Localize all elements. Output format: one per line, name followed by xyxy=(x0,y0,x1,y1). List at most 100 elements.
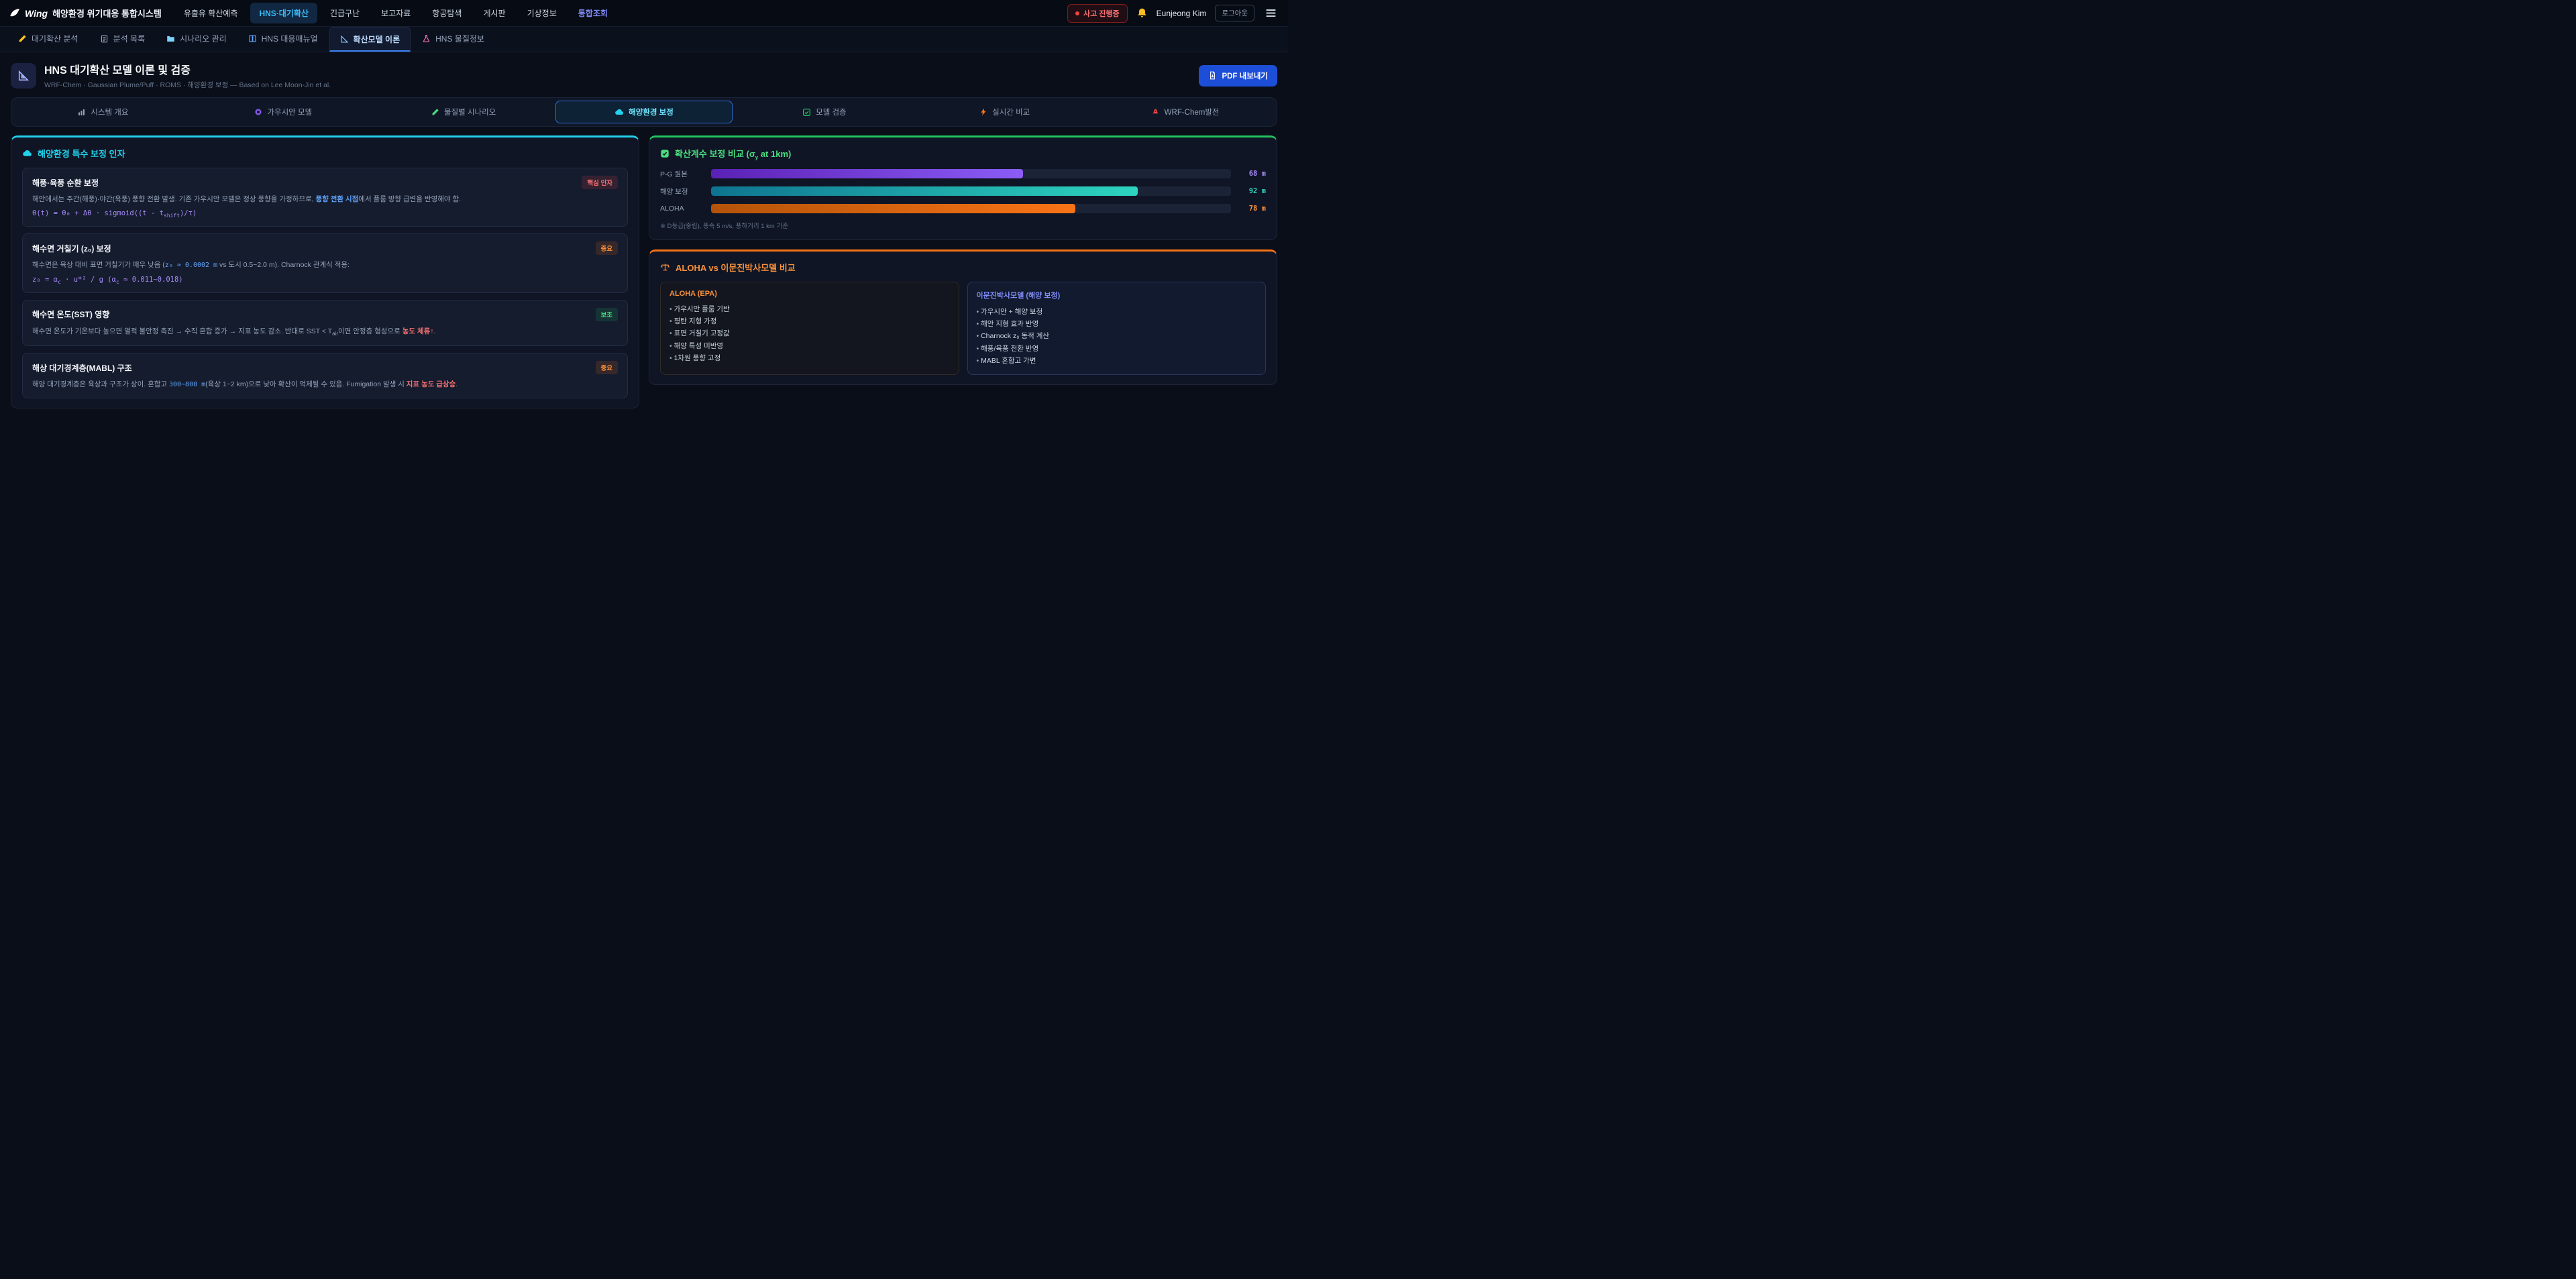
pdf-export-icon xyxy=(1208,71,1217,80)
ocean-correction-card: 해양환경 특수 보정 인자 해풍·육풍 순환 보정 핵심 인자 해안에서는 주간… xyxy=(11,135,639,408)
bar-fill-aloha xyxy=(711,204,1075,213)
bar-value: 92 m xyxy=(1238,187,1266,195)
factor-title: 해수면 온도(SST) 영향 xyxy=(32,309,109,320)
lee-model-box: 이문진박사모델 (해양 보정) 가우시안 + 해양 보정 해안 지형 효과 반영… xyxy=(967,282,1267,376)
gaussian-circle-icon xyxy=(254,108,262,116)
ocean-correction-title: 해양환경 특수 보정 인자 xyxy=(38,147,125,160)
section-tab-ocean-correction[interactable]: 해양환경 보정 xyxy=(555,101,733,123)
ocean-cloud-icon xyxy=(614,107,624,117)
bar-track xyxy=(711,169,1231,178)
section-tab-wrf-chem[interactable]: WRF-Chem발전 xyxy=(1096,101,1274,123)
ocean-correction-heading: 해양환경 특수 보정 인자 xyxy=(22,147,628,160)
tab-label: 대기확산 분석 xyxy=(32,33,78,44)
section-tab-label: 물질별 시나리오 xyxy=(444,107,496,117)
tab-atmos-analysis[interactable]: 대기확산 분석 xyxy=(8,27,89,52)
nav-item-emergency-rescue[interactable]: 긴급구난 xyxy=(321,3,368,23)
section-tab-label: 해양환경 보정 xyxy=(629,107,674,117)
factor-sea-land-breeze: 해풍·육풍 순환 보정 핵심 인자 해안에서는 주간(해풍)·야간(육풍) 풍향… xyxy=(22,168,628,227)
tab-label: 확산모델 이론 xyxy=(354,34,400,45)
right-column: 확산계수 보정 비교 (σy at 1km) P-G 원본 68 m 해양 보정… xyxy=(649,135,1277,385)
nav-item-aerial-search[interactable]: 항공탐색 xyxy=(423,3,470,23)
main-content: 해양환경 특수 보정 인자 해풍·육풍 순환 보정 핵심 인자 해안에서는 주간… xyxy=(0,135,1288,408)
scenario-pencil-icon xyxy=(431,108,439,116)
aloha-model-title: ALOHA (EPA) xyxy=(669,290,950,298)
bar-row-ocean-corrected: 해양 보정 92 m xyxy=(660,186,1266,197)
factor-title: 해풍·육풍 순환 보정 xyxy=(32,177,99,188)
ruler-header-icon xyxy=(17,69,30,82)
factor-badge: 보조 xyxy=(596,308,618,321)
tab-label: HNS 대응매뉴얼 xyxy=(262,33,318,44)
nav-item-hns-atmospheric[interactable]: HNS·대기확산 xyxy=(250,3,317,23)
lee-feature-list: 가우시안 + 해양 보정 해안 지형 효과 반영 Charnock z₀ 동적 … xyxy=(977,306,1257,368)
list-item: 가우시안 플룸 기반 xyxy=(669,303,950,315)
list-item: 해안 지형 효과 반영 xyxy=(977,318,1257,330)
page-subtitle: WRF-Chem · Gaussian Plume/Puff · ROMS · … xyxy=(44,80,331,90)
folder-icon xyxy=(166,34,175,43)
user-name: Eunjeong Kim xyxy=(1157,9,1207,18)
hamburger-menu-button[interactable] xyxy=(1263,5,1279,21)
tab-hns-substance-info[interactable]: HNS 물질정보 xyxy=(412,27,494,52)
tab-hns-manual[interactable]: HNS 대응매뉴얼 xyxy=(238,27,328,52)
page-title: HNS 대기확산 모델 이론 및 검증 xyxy=(44,61,331,77)
book-icon xyxy=(248,34,257,43)
model-comparison-title: ALOHA vs 이문진박사모델 비교 xyxy=(676,261,796,274)
validation-check-icon xyxy=(802,108,811,117)
overview-chart-icon xyxy=(77,108,86,117)
section-tab-realtime-comparison[interactable]: 실시간 비교 xyxy=(916,101,1093,123)
bar-row-pg-original: P-G 원본 68 m xyxy=(660,169,1266,179)
pdf-export-label: PDF 내보내기 xyxy=(1222,70,1268,81)
model-comparison-heading: ALOHA vs 이문진박사모델 비교 xyxy=(660,261,1266,274)
section-tab-label: 모델 검증 xyxy=(816,107,847,117)
list-icon xyxy=(100,34,109,43)
list-item: 해풍/육풍 전환 반영 xyxy=(977,343,1257,355)
factor-surface-roughness: 해수면 거칠기 (z₀) 보정 중요 해수면은 육상 대비 표면 거칠기가 매우… xyxy=(22,233,628,293)
sigma-comparison-card: 확산계수 보정 비교 (σy at 1km) P-G 원본 68 m 해양 보정… xyxy=(649,135,1277,240)
pdf-export-button[interactable]: PDF 내보내기 xyxy=(1199,65,1277,87)
sigma-chart-icon xyxy=(660,149,669,158)
nav-item-integrated-search[interactable]: 통합조회 xyxy=(570,3,616,23)
scale-icon xyxy=(660,262,670,272)
topnav-right: 사고 진행중 Eunjeong Kim 로그아웃 xyxy=(1067,4,1279,23)
page-header-icon-box xyxy=(11,63,36,89)
section-tab-system-overview[interactable]: 시스템 개요 xyxy=(14,101,192,123)
nav-item-weather[interactable]: 기상정보 xyxy=(519,3,566,23)
list-item: Charnock z₀ 동적 계산 xyxy=(977,330,1257,342)
system-title: 해양환경 위기대응 통합시스템 xyxy=(52,7,162,19)
section-tab-gaussian-model[interactable]: 가우시안 모델 xyxy=(195,101,372,123)
nav-item-oil-spill[interactable]: 유출유 확산예측 xyxy=(175,3,247,23)
logout-button[interactable]: 로그아웃 xyxy=(1215,5,1254,21)
factor-badge: 중요 xyxy=(596,241,618,255)
factor-badge: 핵심 인자 xyxy=(582,176,618,189)
nav-item-reports[interactable]: 보고자료 xyxy=(372,3,419,23)
factor-formula: z₀ = αc · u*² / g (αc ≈ 0.011~0.018) xyxy=(32,276,618,285)
incident-status-badge: 사고 진행중 xyxy=(1067,4,1128,23)
bar-fill-ocean xyxy=(711,186,1138,196)
tab-diffusion-model-theory[interactable]: 확산모델 이론 xyxy=(329,27,411,52)
pencil-icon xyxy=(18,34,27,43)
chart-footnote: ※ D등급(중립), 풍속 5 m/s, 풍하거리 1 km 기준 xyxy=(660,221,1266,230)
main-menu: 유출유 확산예측 HNS·대기확산 긴급구난 보고자료 항공탐색 게시판 기상정… xyxy=(175,3,616,23)
factor-body: 해수면은 육상 대비 표면 거칠기가 매우 낮음 (z₀ ≈ 0.0002 m … xyxy=(32,260,618,271)
list-item: 표면 거칠기 고정값 xyxy=(669,327,950,339)
brand[interactable]: Wing 해양환경 위기대응 통합시스템 xyxy=(9,7,162,19)
tab-analysis-list[interactable]: 분석 목록 xyxy=(90,27,156,52)
section-tab-label: WRF-Chem발전 xyxy=(1165,107,1220,117)
section-tab-label: 실시간 비교 xyxy=(992,107,1030,117)
page-header-text: HNS 대기확산 모델 이론 및 검증 WRF-Chem · Gaussian … xyxy=(44,61,331,90)
bar-value: 68 m xyxy=(1238,170,1266,178)
flask-icon xyxy=(422,34,431,43)
tab-scenario-management[interactable]: 시나리오 관리 xyxy=(156,27,237,52)
app-root: Wing 해양환경 위기대응 통합시스템 유출유 확산예측 HNS·대기확산 긴… xyxy=(0,0,1288,408)
nav-item-board[interactable]: 게시판 xyxy=(474,3,514,23)
bar-row-aloha: ALOHA 78 m xyxy=(660,204,1266,213)
section-tab-substance-scenarios[interactable]: 물질별 시나리오 xyxy=(375,101,553,123)
factor-title: 해상 대기경계층(MABL) 구조 xyxy=(32,362,132,374)
cloud-heading-icon xyxy=(22,148,32,158)
factor-body: 해수면 온도가 기온보다 높으면 열적 불안정 촉진 → 수직 혼합 증가 → … xyxy=(32,326,618,338)
list-item: 가우시안 + 해양 보정 xyxy=(977,306,1257,318)
section-tab-model-validation[interactable]: 모델 검증 xyxy=(735,101,913,123)
bar-label: 해양 보정 xyxy=(660,186,704,197)
notification-bell-icon[interactable] xyxy=(1136,7,1148,19)
factor-mabl-structure: 해상 대기경계층(MABL) 구조 중요 해양 대기경계층은 육상과 구조가 상… xyxy=(22,353,628,398)
lee-model-title: 이문진박사모델 (해양 보정) xyxy=(977,290,1257,300)
